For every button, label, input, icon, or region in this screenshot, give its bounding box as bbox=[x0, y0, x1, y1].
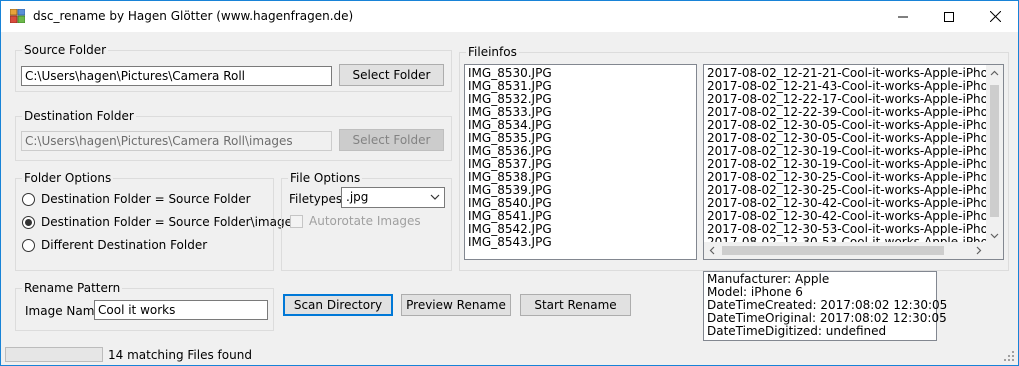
scroll-right-icon[interactable] bbox=[974, 246, 983, 255]
source-folder-input[interactable]: C:\Users\hagen\Pictures\Camera Roll bbox=[21, 66, 332, 86]
vertical-scrollbar[interactable] bbox=[986, 65, 1003, 244]
scroll-down-icon[interactable] bbox=[990, 231, 999, 240]
minimize-button[interactable] bbox=[880, 1, 926, 32]
radio-button[interactable] bbox=[22, 238, 35, 252]
autorotate-label: Autorotate Images bbox=[309, 214, 421, 228]
source-folder-label: Source Folder bbox=[22, 43, 109, 57]
start-rename-button[interactable]: Start Rename bbox=[520, 294, 631, 316]
minimize-icon bbox=[898, 16, 908, 17]
exif-info-box: Manufacturer: Apple Model: iPhone 6 DateTi… bbox=[703, 271, 947, 341]
renamed-files-viewport: 2017-08-02_12-21-21-Cool-it-works-Apple-… bbox=[704, 67, 988, 244]
folder-options-label: Folder Options bbox=[22, 171, 114, 185]
filetypes-value: .jpg bbox=[346, 190, 369, 204]
radio-label: Different Destination Folder bbox=[41, 238, 208, 252]
status-message: 14 matching Files found bbox=[108, 348, 252, 362]
destination-folder-input[interactable]: C:\Users\hagen\Pictures\Camera Roll\imag… bbox=[21, 131, 332, 151]
status-bar: 14 matching Files found bbox=[1, 344, 1018, 365]
autorotate-checkbox[interactable] bbox=[290, 215, 303, 228]
exif-line: DateTimeDigitized: undefined bbox=[707, 324, 887, 338]
radio-label: Destination Folder = Source Folder\image… bbox=[41, 215, 299, 229]
destination-folder-label: Destination Folder bbox=[22, 109, 136, 123]
close-icon bbox=[989, 11, 1001, 22]
renamed-files-list[interactable]: 2017-08-02_12-21-21-Cool-it-works-Apple-… bbox=[703, 64, 1004, 260]
scroll-left-icon[interactable] bbox=[708, 246, 717, 255]
list-item[interactable]: IMG_8543.JPG bbox=[465, 236, 696, 249]
fileinfos-label: Fileinfos bbox=[466, 45, 519, 59]
window-title: dsc_rename by Hagen Glötter (www.hagenfr… bbox=[33, 9, 354, 23]
scroll-up-icon[interactable] bbox=[990, 69, 999, 78]
size-grip-icon[interactable] bbox=[1004, 351, 1015, 362]
radio-button-selected[interactable] bbox=[22, 215, 35, 229]
close-button[interactable] bbox=[972, 1, 1018, 32]
scroll-corner bbox=[986, 242, 1003, 259]
app-icon bbox=[10, 9, 25, 23]
radio-button[interactable] bbox=[22, 192, 35, 206]
radio-different-folder[interactable]: Different Destination Folder bbox=[22, 238, 207, 252]
app-window: dsc_rename by Hagen Glötter (www.hagenfr… bbox=[0, 0, 1019, 366]
filetypes-label: Filetypes bbox=[289, 192, 343, 206]
maximize-button[interactable] bbox=[926, 1, 972, 32]
horizontal-scroll-thumb[interactable] bbox=[722, 246, 944, 255]
title-bar[interactable]: dsc_rename by Hagen Glötter (www.hagenfr… bbox=[1, 1, 1018, 32]
filetypes-select[interactable]: .jpg bbox=[341, 187, 445, 208]
vertical-scroll-thumb[interactable] bbox=[990, 85, 999, 217]
chevron-down-icon bbox=[430, 194, 440, 200]
scan-directory-button[interactable]: Scan Directory bbox=[283, 294, 393, 316]
radio-label: Destination Folder = Source Folder bbox=[41, 192, 251, 206]
file-options-label: File Options bbox=[288, 171, 363, 185]
radio-images-subfolder[interactable]: Destination Folder = Source Folder\image… bbox=[22, 215, 298, 229]
image-name-input[interactable]: Cool it works bbox=[94, 300, 268, 320]
horizontal-scrollbar[interactable] bbox=[704, 242, 988, 259]
destination-select-folder-button[interactable]: Select Folder bbox=[339, 129, 444, 151]
preview-rename-button[interactable]: Preview Rename bbox=[401, 294, 511, 316]
source-select-folder-button[interactable]: Select Folder bbox=[339, 64, 444, 86]
source-files-list[interactable]: IMG_8530.JPG IMG_8531.JPG IMG_8532.JPG IMG_… bbox=[464, 64, 697, 260]
progress-bar bbox=[5, 347, 103, 362]
maximize-icon bbox=[944, 11, 954, 22]
rename-pattern-label: Rename Pattern bbox=[22, 281, 123, 295]
radio-same-folder[interactable]: Destination Folder = Source Folder bbox=[22, 192, 251, 206]
image-name-label: Image Name bbox=[25, 304, 102, 318]
